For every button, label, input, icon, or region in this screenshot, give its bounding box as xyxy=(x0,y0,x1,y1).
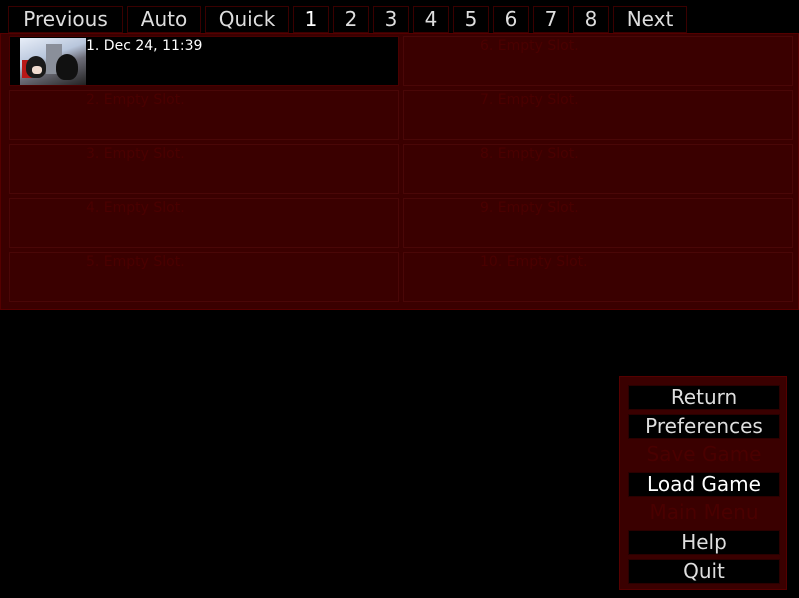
save-slot-10[interactable]: 10. Empty Slot. xyxy=(403,252,793,302)
quit-button[interactable]: Quit xyxy=(628,559,780,584)
page-6-button[interactable]: 6 xyxy=(493,6,529,33)
slot-label: 6. Empty Slot. xyxy=(480,38,579,54)
slot-label: 3. Empty Slot. xyxy=(86,146,185,162)
page-4-button[interactable]: 4 xyxy=(413,6,449,33)
game-menu: Return Preferences Save Game Load Game M… xyxy=(619,376,787,590)
quick-page-button[interactable]: Quick xyxy=(205,6,289,33)
next-button[interactable]: Next xyxy=(613,6,687,33)
page-2-button[interactable]: 2 xyxy=(333,6,369,33)
page-3-button[interactable]: 3 xyxy=(373,6,409,33)
page-8-button[interactable]: 8 xyxy=(573,6,609,33)
slot-label: 8. Empty Slot. xyxy=(480,146,579,162)
save-slot-8[interactable]: 8. Empty Slot. xyxy=(403,144,793,194)
save-slot-9[interactable]: 9. Empty Slot. xyxy=(403,198,793,248)
save-slot-5[interactable]: 5. Empty Slot. xyxy=(9,252,399,302)
save-screenshot-thumbnail xyxy=(20,38,86,85)
character-right-shape xyxy=(56,54,78,80)
slot-label: 1. Dec 24, 11:39 xyxy=(86,38,203,54)
save-game-button: Save Game xyxy=(646,442,762,466)
character-face-shape xyxy=(32,66,42,74)
slot-label: 4. Empty Slot. xyxy=(86,200,185,216)
file-slots-panel: 1. Dec 24, 11:39 2. Empty Slot. 3. Empty… xyxy=(0,33,799,310)
page-nav: Previous Auto Quick 1 2 3 4 5 6 7 8 Next xyxy=(8,6,687,33)
auto-page-button[interactable]: Auto xyxy=(127,6,201,33)
previous-button[interactable]: Previous xyxy=(8,6,123,33)
page-1-button[interactable]: 1 xyxy=(293,6,329,33)
slot-label: 2. Empty Slot. xyxy=(86,92,185,108)
slot-label: 9. Empty Slot. xyxy=(480,200,579,216)
slot-label: 5. Empty Slot. xyxy=(86,254,185,270)
load-game-button[interactable]: Load Game xyxy=(628,472,780,497)
save-slot-3[interactable]: 3. Empty Slot. xyxy=(9,144,399,194)
preferences-button[interactable]: Preferences xyxy=(628,414,780,439)
save-slot-4[interactable]: 4. Empty Slot. xyxy=(9,198,399,248)
page-7-button[interactable]: 7 xyxy=(533,6,569,33)
save-slot-6[interactable]: 6. Empty Slot. xyxy=(403,36,793,86)
save-slot-1[interactable]: 1. Dec 24, 11:39 xyxy=(9,36,399,86)
save-slot-7[interactable]: 7. Empty Slot. xyxy=(403,90,793,140)
slot-label: 10. Empty Slot. xyxy=(480,254,588,270)
return-button[interactable]: Return xyxy=(628,385,780,410)
save-slot-2[interactable]: 2. Empty Slot. xyxy=(9,90,399,140)
slot-label: 7. Empty Slot. xyxy=(480,92,579,108)
help-button[interactable]: Help xyxy=(628,530,780,555)
main-menu-button: Main Menu xyxy=(649,500,759,524)
page-5-button[interactable]: 5 xyxy=(453,6,489,33)
